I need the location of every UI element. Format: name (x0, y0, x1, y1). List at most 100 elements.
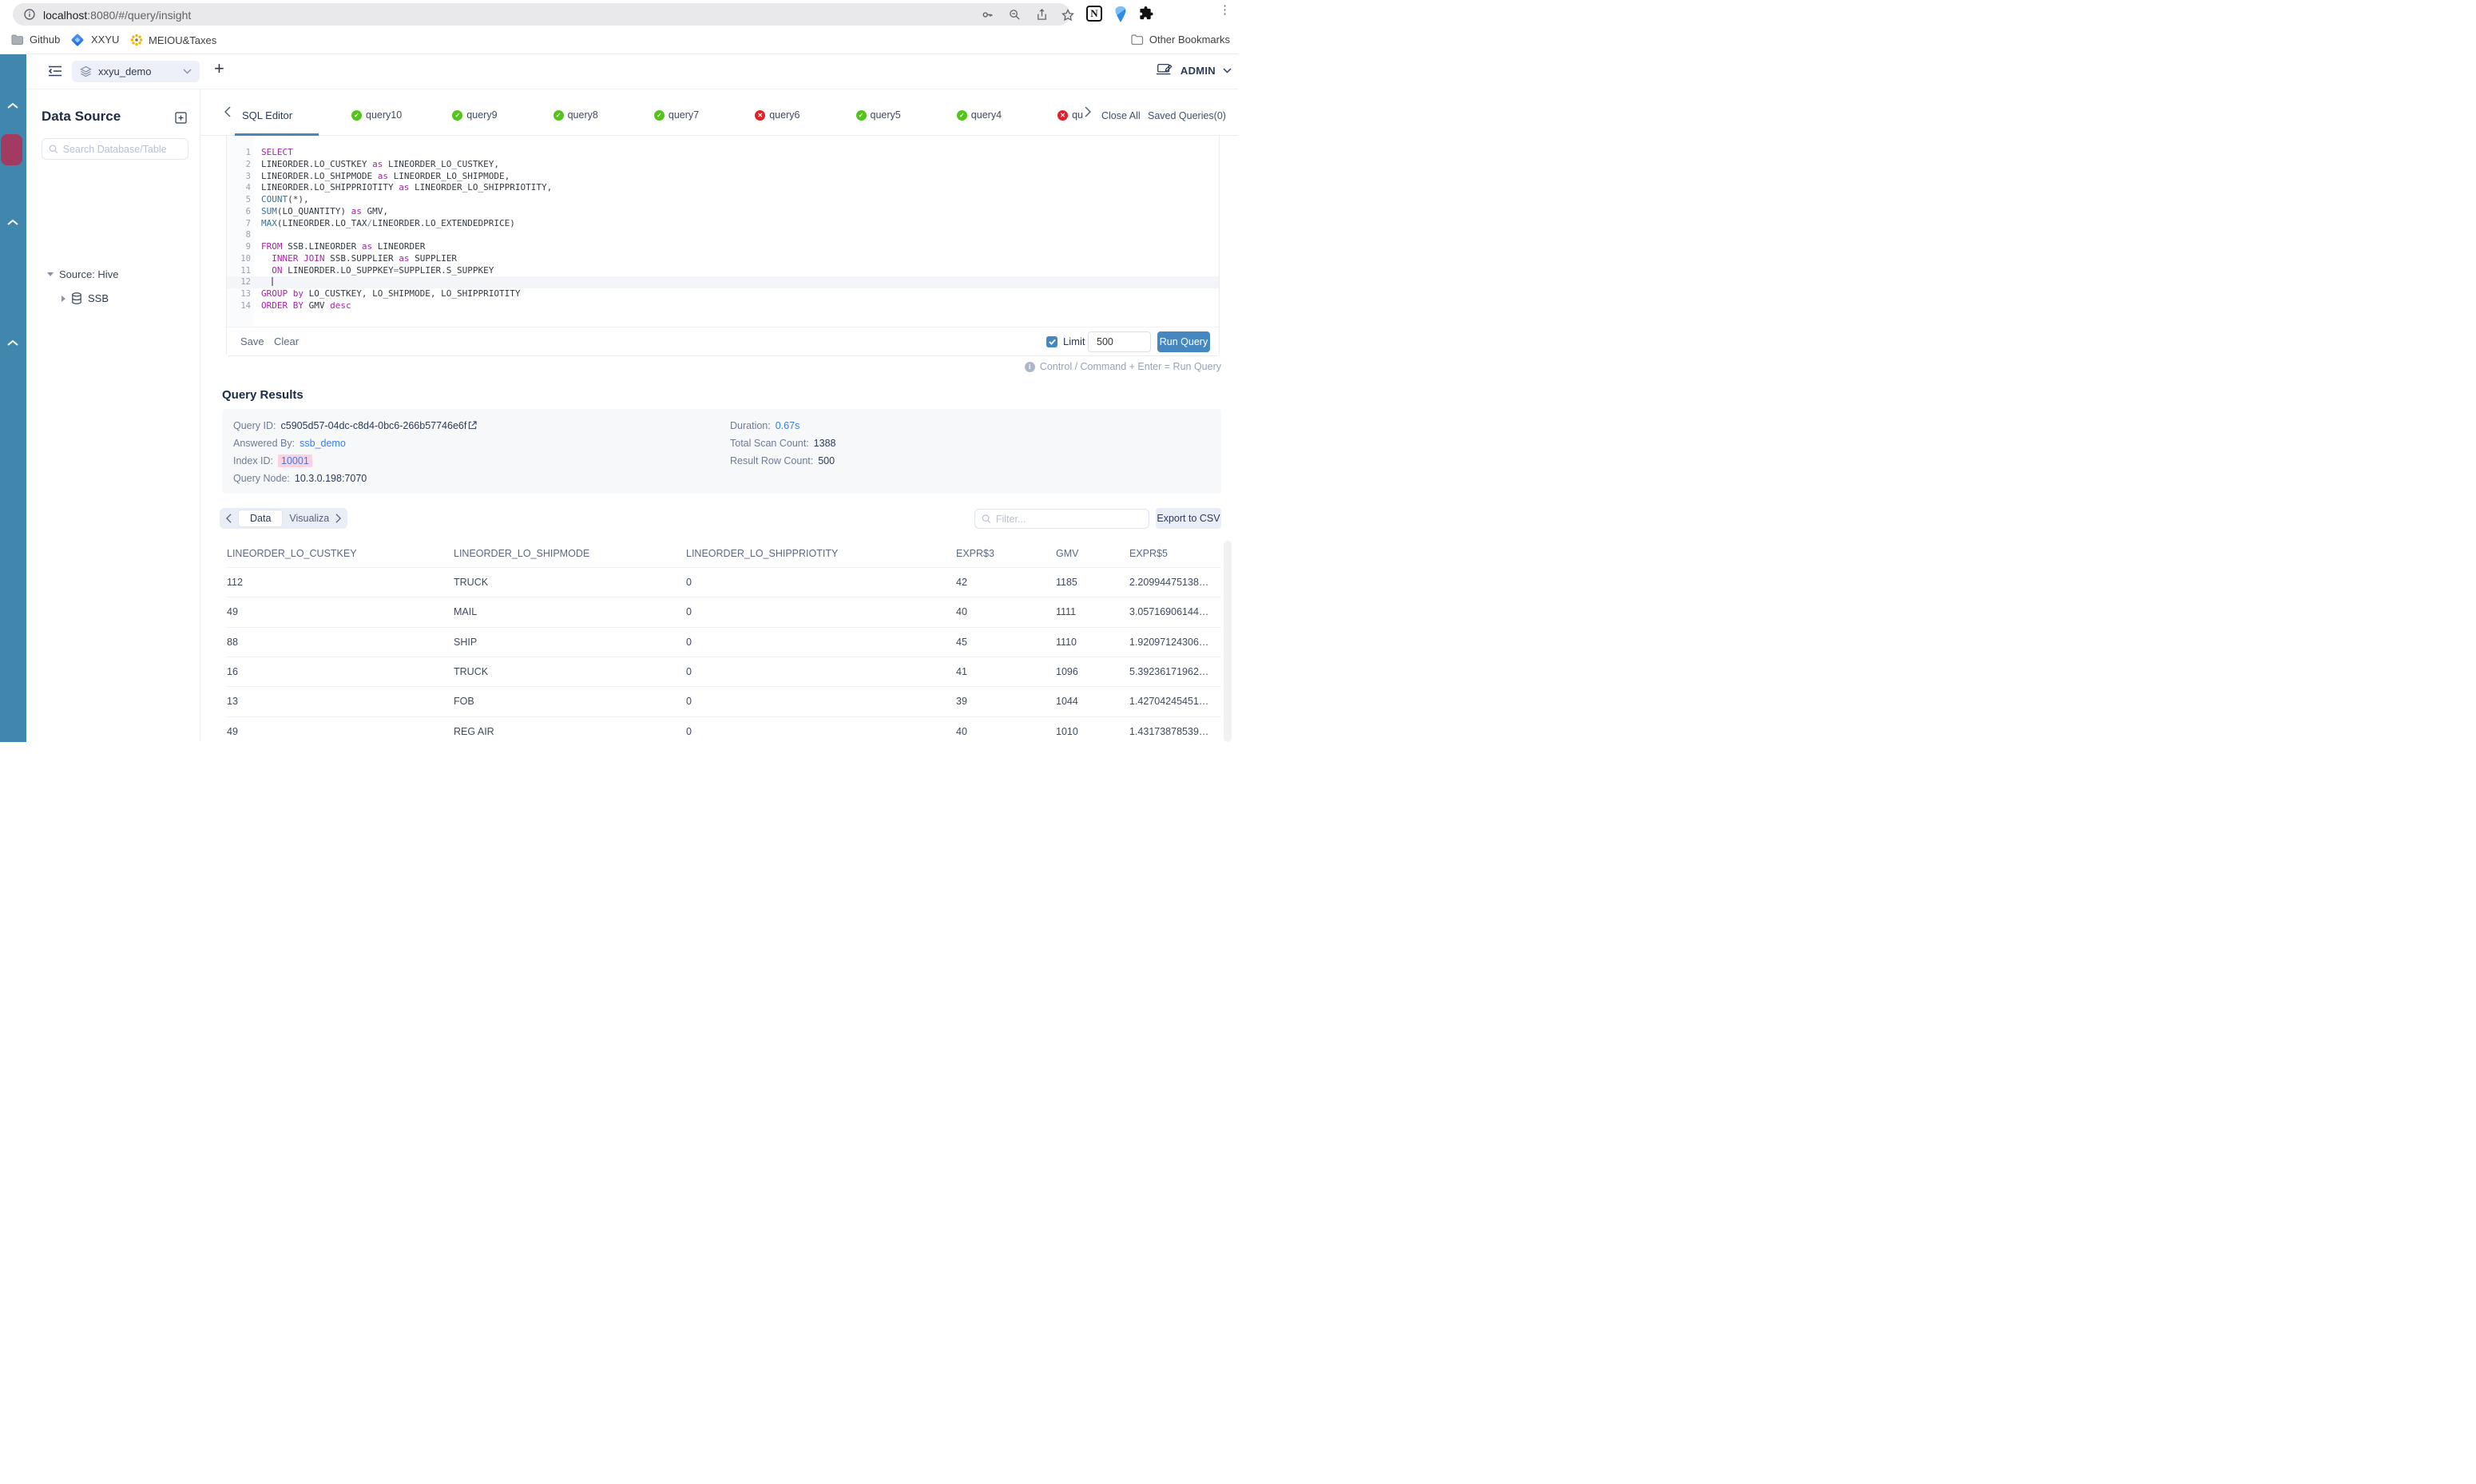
pin-extension-icon[interactable] (1113, 6, 1128, 23)
table-header: LINEORDER_LO_CUSTKEY LINEORDER_LO_SHIPMOD… (0, 541, 1222, 568)
column-header-lineorder_lo_shippriotity[interactable]: LINEORDER_LO_SHIPPRIOTITY (686, 548, 838, 559)
datasource-search-input[interactable] (62, 143, 181, 155)
answered-by-link[interactable]: ssb_demo (300, 438, 346, 449)
tab-query8[interactable]: ✓ query8 (553, 109, 598, 121)
limit-checkbox[interactable] (1046, 336, 1057, 347)
workspace-selector[interactable]: xxyu_demo (72, 61, 200, 82)
tab-visualization[interactable]: Visualiza (289, 513, 329, 524)
code-line-3[interactable]: 3 LINEORDER.LO_SHIPMODE as LINEORDER_LO_S… (227, 171, 1219, 183)
menu-fold-icon[interactable] (48, 65, 62, 77)
collapse-up-icon[interactable] (6, 101, 19, 109)
table-row[interactable]: 49 REG AIR 0 40 1010 1.43173878539… (0, 717, 1222, 742)
bookmark-xxyu[interactable]: XXYU (70, 33, 119, 46)
code-lines: 1 SELECT 2 LINEORDER.LO_CUSTKEY as LINEORDE… (227, 147, 1219, 312)
zoom-out-icon[interactable] (1009, 9, 1021, 21)
code-line-12[interactable]: 12 (227, 276, 1219, 288)
table-row[interactable]: 16 TRUCK 0 41 1096 5.39236171962… (0, 657, 1222, 688)
run-query-button[interactable]: Run Query (1157, 331, 1210, 352)
collapse-up-icon[interactable] (6, 339, 19, 347)
admin-menu[interactable]: ADMIN (1180, 65, 1216, 77)
saved-queries-button[interactable]: Saved Queries(0) (1148, 110, 1226, 121)
code-line-1[interactable]: 1 SELECT (227, 147, 1219, 159)
clear-button[interactable]: Clear (274, 335, 299, 347)
notion-extension-icon[interactable]: N (1086, 6, 1102, 22)
tab-sql-editor[interactable]: SQL Editor (242, 109, 292, 121)
tree-node-ssb[interactable]: SSB (62, 292, 109, 304)
site-info-icon[interactable] (24, 9, 35, 20)
bookmark-meiou-taxes[interactable]: MEIOU&Taxes (130, 34, 216, 46)
tab-query10[interactable]: ✓ query10 (351, 109, 402, 121)
browser-menu-icon[interactable]: ⋮ (1219, 4, 1231, 16)
column-header-lineorder_lo_shipmode[interactable]: LINEORDER_LO_SHIPMODE (454, 548, 589, 559)
code-line-8[interactable]: 8 (227, 229, 1219, 241)
table-cell: 3.05716906144… (1129, 606, 1209, 618)
table-cell: 13 (227, 696, 238, 708)
code-line-10[interactable]: 10 INNER JOIN SSB.SUPPLIER as SUPPLIER (227, 253, 1219, 265)
code-line-7[interactable]: 7 MAX(LINEORDER.LO_TAX/LINEORDER.LO_EXTEN… (227, 218, 1219, 230)
close-all-button[interactable]: Close All (1101, 110, 1141, 121)
results-filter-input[interactable] (995, 513, 1142, 525)
code-line-13[interactable]: 13 GROUP by LO_CUSTKEY, LO_SHIPMODE, LO_S… (227, 288, 1219, 300)
column-header-expr$3[interactable]: EXPR$3 (956, 548, 994, 559)
table-row[interactable]: 88 SHIP 0 45 1110 1.92097124306… (0, 628, 1222, 657)
code-line-5[interactable]: 5 COUNT(*), (227, 194, 1219, 206)
table-row[interactable]: 49 MAIL 0 40 1111 3.05716906144… (0, 597, 1222, 628)
add-query-button[interactable]: + (214, 58, 224, 79)
extensions-puzzle-icon[interactable] (1138, 6, 1153, 22)
line-number: 10 (240, 253, 251, 264)
other-bookmarks[interactable]: Other Bookmarks (1131, 34, 1230, 46)
view-scroll-right-icon[interactable] (335, 514, 342, 523)
index-id-badge[interactable]: 10001 (278, 454, 312, 467)
results-filter[interactable] (974, 509, 1149, 529)
export-csv-button[interactable]: Export to CSV (1156, 508, 1221, 529)
tab-query9[interactable]: ✓ query9 (452, 109, 498, 121)
bookmark-star-icon[interactable] (1061, 9, 1074, 22)
tab-label: query4 (970, 109, 1002, 121)
results-scrollbar[interactable] (1224, 541, 1232, 742)
code-line-2[interactable]: 2 LINEORDER.LO_CUSTKEY as LINEORDER_LO_CU… (227, 159, 1219, 171)
tree-node-source-hive[interactable]: Source: Hive (47, 268, 118, 280)
save-button[interactable]: Save (240, 335, 264, 347)
tabs-scroll-right-icon[interactable] (1085, 106, 1091, 117)
tab-query5[interactable]: ✓ query5 (855, 109, 901, 121)
nav-rail-active-item[interactable] (1, 134, 22, 165)
column-header-gmv[interactable]: GMV (1056, 548, 1078, 559)
tabs-scroll-left-icon[interactable] (224, 106, 231, 117)
tab-query6[interactable]: ✕ query6 (755, 109, 800, 121)
code-line-6[interactable]: 6 SUM(LO_QUANTITY) as GMV, (227, 206, 1219, 218)
collapse-up-icon[interactable] (6, 218, 19, 226)
column-header-lineorder_lo_custkey[interactable]: LINEORDER_LO_CUSTKEY (227, 548, 357, 559)
password-key-icon[interactable] (982, 9, 994, 21)
meta-index-id: Index ID: 10001 (233, 454, 312, 467)
text-caret (272, 277, 273, 287)
tab-qu[interactable]: ✕ qu (1057, 109, 1086, 121)
address-bar[interactable]: localhost:8080/#/query/insight (13, 3, 1074, 26)
code-line-9[interactable]: 9 FROM SSB.LINEORDER as LINEORDER (227, 241, 1219, 253)
datasource-search[interactable] (42, 138, 188, 160)
share-icon[interactable] (1036, 9, 1048, 21)
sql-editor[interactable]: 1 SELECT 2 LINEORDER.LO_CUSTKEY as LINEORDE… (226, 136, 1220, 356)
code-line-14[interactable]: 14 ORDER BY GMV desc (227, 300, 1219, 312)
caret-down-icon[interactable] (47, 272, 54, 276)
table-row[interactable]: 13 FOB 0 39 1044 1.42704245451… (0, 687, 1222, 717)
bookmark-github[interactable]: Github (11, 34, 60, 46)
code-line-4[interactable]: 4 LINEORDER.LO_SHIPPRIOTITY as LINEORDER_… (227, 182, 1219, 194)
code-line-11[interactable]: 11 ON LINEORDER.LO_SUPPKEY=SUPPLIER.S_SU… (227, 265, 1219, 277)
workspace-settings-icon[interactable] (1156, 63, 1173, 77)
limit-input[interactable] (1088, 331, 1151, 352)
tab-query7[interactable]: ✓ query7 (653, 109, 699, 121)
table-cell: 1.43173878539… (1129, 725, 1209, 737)
tab-data[interactable]: Data (238, 510, 284, 527)
tab-query4[interactable]: ✓ query4 (956, 109, 1002, 121)
column-header-expr$5[interactable]: EXPR$5 (1129, 548, 1168, 559)
caret-right-icon[interactable] (62, 295, 65, 302)
url-text[interactable]: localhost:8080/#/query/insight (43, 9, 191, 22)
external-link-icon[interactable] (468, 421, 477, 430)
duration-link[interactable]: 0.67s (776, 420, 800, 431)
add-datasource-icon[interactable] (175, 112, 187, 124)
table-cell: FOB (454, 696, 474, 708)
view-scroll-left-icon[interactable] (226, 514, 232, 523)
code-text: COUNT(*), (261, 194, 309, 204)
results-view-switcher: Data Visualiza (220, 508, 348, 529)
table-row[interactable]: 112 TRUCK 0 42 1185 2.20994475138… (0, 568, 1222, 598)
